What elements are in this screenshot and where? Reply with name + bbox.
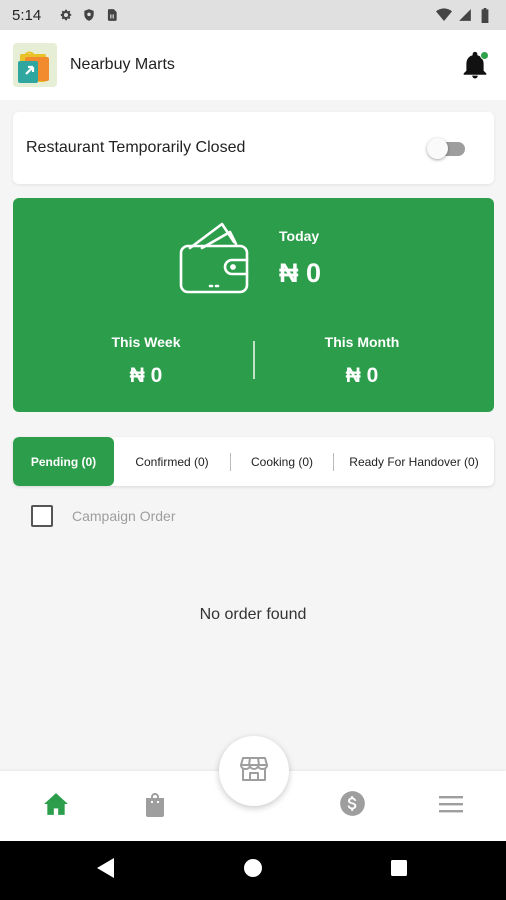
store-name: Nearbuy Marts xyxy=(70,56,175,73)
toggle-thumb xyxy=(427,138,448,159)
battery-icon xyxy=(480,8,494,23)
home-circle-icon xyxy=(243,858,263,883)
bell-icon xyxy=(462,51,488,83)
order-status-tabs: Pending (0) Confirmed (0) Cooking (0) Re… xyxy=(13,437,494,486)
tab-confirmed[interactable]: Confirmed (0) xyxy=(114,437,230,486)
nav-home[interactable] xyxy=(26,771,86,841)
menu-icon xyxy=(438,794,464,819)
sim-card-icon xyxy=(105,8,119,22)
gear-icon xyxy=(59,8,73,22)
signal-icon xyxy=(458,8,472,22)
this-month-value: ₦ 0 xyxy=(345,364,379,387)
system-recents-button[interactable] xyxy=(369,841,429,900)
dollar-icon xyxy=(339,790,366,822)
nav-wallet[interactable] xyxy=(322,771,382,841)
tab-pending[interactable]: Pending (0) xyxy=(13,437,114,486)
store-fab-button[interactable] xyxy=(219,736,289,806)
nav-menu[interactable] xyxy=(421,771,481,841)
notification-button[interactable] xyxy=(462,51,489,79)
temporarily-closed-label: Restaurant Temporarily Closed xyxy=(26,139,246,156)
wallet-icon xyxy=(178,220,252,296)
status-bar: 5:14 xyxy=(0,0,506,30)
tab-ready-for-handover[interactable]: Ready For Handover (0) xyxy=(334,437,494,486)
wifi-icon xyxy=(436,8,452,22)
home-icon xyxy=(43,792,69,821)
this-week-label: This Week xyxy=(111,334,181,350)
this-week-value: ₦ 0 xyxy=(129,364,163,387)
app-header: Nearbuy Marts xyxy=(0,30,506,100)
temporarily-closed-toggle[interactable] xyxy=(427,137,467,159)
shield-icon xyxy=(82,8,96,22)
earnings-divider xyxy=(253,341,255,379)
status-time: 5:14 xyxy=(12,6,42,24)
system-back-button[interactable] xyxy=(76,841,136,900)
store-icon xyxy=(240,756,268,787)
campaign-order-label: Campaign Order xyxy=(72,508,176,524)
store-logo xyxy=(13,43,57,87)
shopping-bag-icon xyxy=(143,791,167,822)
recents-icon xyxy=(390,859,408,882)
system-navigation-bar xyxy=(0,841,506,900)
temporarily-closed-card: Restaurant Temporarily Closed xyxy=(13,112,494,184)
this-month-label: This Month xyxy=(324,334,400,350)
tab-cooking[interactable]: Cooking (0) xyxy=(231,437,333,486)
today-value: ₦ 0 xyxy=(279,258,322,288)
notification-dot xyxy=(480,51,489,60)
back-icon xyxy=(96,857,116,884)
today-label: Today xyxy=(279,228,320,244)
empty-orders-message: No order found xyxy=(199,606,307,623)
nav-orders[interactable] xyxy=(125,771,185,841)
earnings-card: Today ₦ 0 This Week ₦ 0 This Month ₦ 0 xyxy=(13,198,494,412)
campaign-order-filter: Campaign Order xyxy=(31,505,176,527)
system-home-button[interactable] xyxy=(223,841,283,900)
campaign-order-checkbox[interactable] xyxy=(31,505,53,527)
